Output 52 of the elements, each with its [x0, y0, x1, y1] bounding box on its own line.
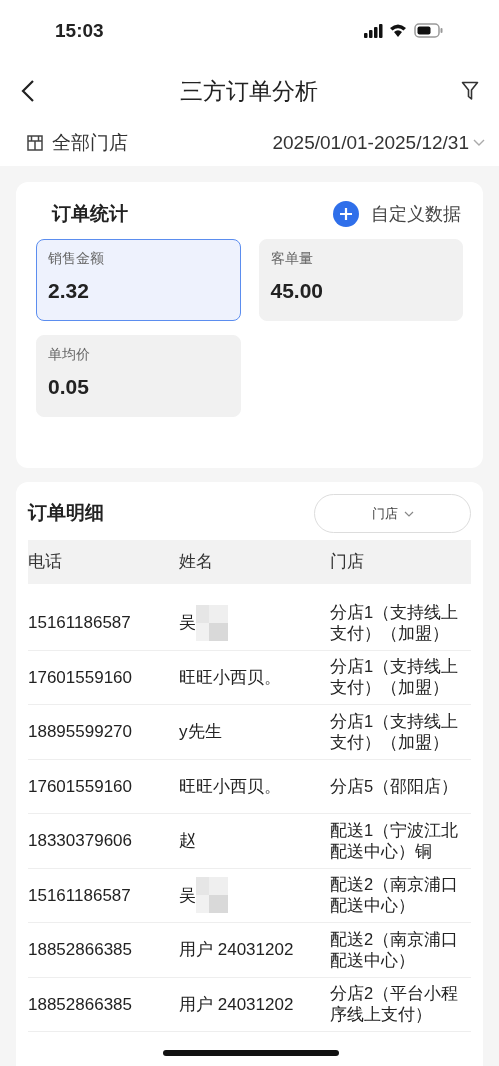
store-cell-text: 配送2（南京浦口配送中心） — [330, 874, 460, 917]
filter-icon[interactable] — [461, 81, 479, 101]
name-cell-text: 赵 — [179, 830, 196, 852]
signal-icon — [364, 24, 383, 38]
store-cell-text: 配送2（南京浦口配送中心） — [330, 928, 460, 971]
phone-cell-text: 18330379606 — [28, 830, 133, 852]
battery-icon — [414, 23, 443, 38]
stat-label: 销售金额 — [48, 248, 105, 268]
chevron-down-icon — [473, 139, 485, 147]
page-title: 三方订单分析 — [179, 76, 318, 106]
stat-value: 0.05 — [48, 373, 90, 400]
column-header: 姓名 — [179, 551, 214, 574]
store-cell-text: 分店1（支持线上支付）（加盟） — [330, 656, 460, 699]
phone-cell-text: 17601559160 — [28, 666, 133, 689]
name-cell-text: y先生 — [179, 721, 222, 743]
stat-value: 2.32 — [48, 277, 90, 304]
stat-value: 45.00 — [270, 277, 325, 304]
column-header: 电话 — [28, 551, 63, 574]
shop-icon — [26, 134, 44, 152]
plus-icon — [333, 201, 359, 228]
section-title: 订单明细 — [28, 501, 104, 526]
stat-card[interactable]: 销售金额 2.32 — [36, 238, 241, 321]
store-cell-text: 分店2（平台小程序线上支付） — [330, 983, 460, 1026]
chevron-down-icon — [403, 510, 414, 517]
name-cell-text: 用户 24031202 — [179, 993, 294, 1016]
stat-label: 单均价 — [48, 344, 91, 364]
store-cell-text: 配送1（宁波江北配送中心）铜 — [330, 819, 460, 862]
date-range-selector[interactable]: 2025/01/01-2025/12/31 — [272, 128, 485, 158]
name-cell-text: 旺旺小西贝。 — [179, 775, 281, 798]
phone-cell-text: 18852866385 — [28, 993, 133, 1016]
stat-card[interactable]: 单均价 0.05 — [36, 334, 241, 417]
custom-data-button[interactable]: 自定义数据 — [333, 200, 461, 228]
column-header: 门店 — [330, 551, 365, 574]
name-cell-text: 用户 24031202 — [179, 939, 294, 961]
phone-cell-text: 18852866385 — [28, 939, 133, 961]
name-cell-text: 旺旺小西贝。 — [179, 666, 281, 689]
stat-label: 客单量 — [270, 248, 314, 268]
store-cell-text: 分店5（邵阳店） — [330, 775, 460, 797]
stat-card[interactable]: 客单量 45.00 — [258, 238, 463, 321]
back-icon[interactable] — [20, 79, 36, 103]
section-title: 订单统计 — [52, 202, 128, 226]
phone-cell-text: 15161186587 — [28, 884, 132, 907]
store-selector[interactable]: 全部门店 — [26, 128, 128, 158]
store-cell-text: 分店1（支持线上支付）（加盟） — [330, 710, 460, 753]
name-cell-text: 吴 — [179, 884, 196, 907]
phone-cell-text: 15161186587 — [28, 612, 132, 634]
phone-cell-text: 17601559160 — [28, 775, 133, 798]
store-cell-text: 分店1（支持线上支付）（加盟） — [330, 601, 460, 644]
status-time: 15:03 — [55, 18, 104, 43]
phone-cell-text: 18895599270 — [28, 721, 133, 743]
wifi-icon — [390, 24, 406, 37]
name-cell-text: 吴 — [179, 612, 196, 634]
